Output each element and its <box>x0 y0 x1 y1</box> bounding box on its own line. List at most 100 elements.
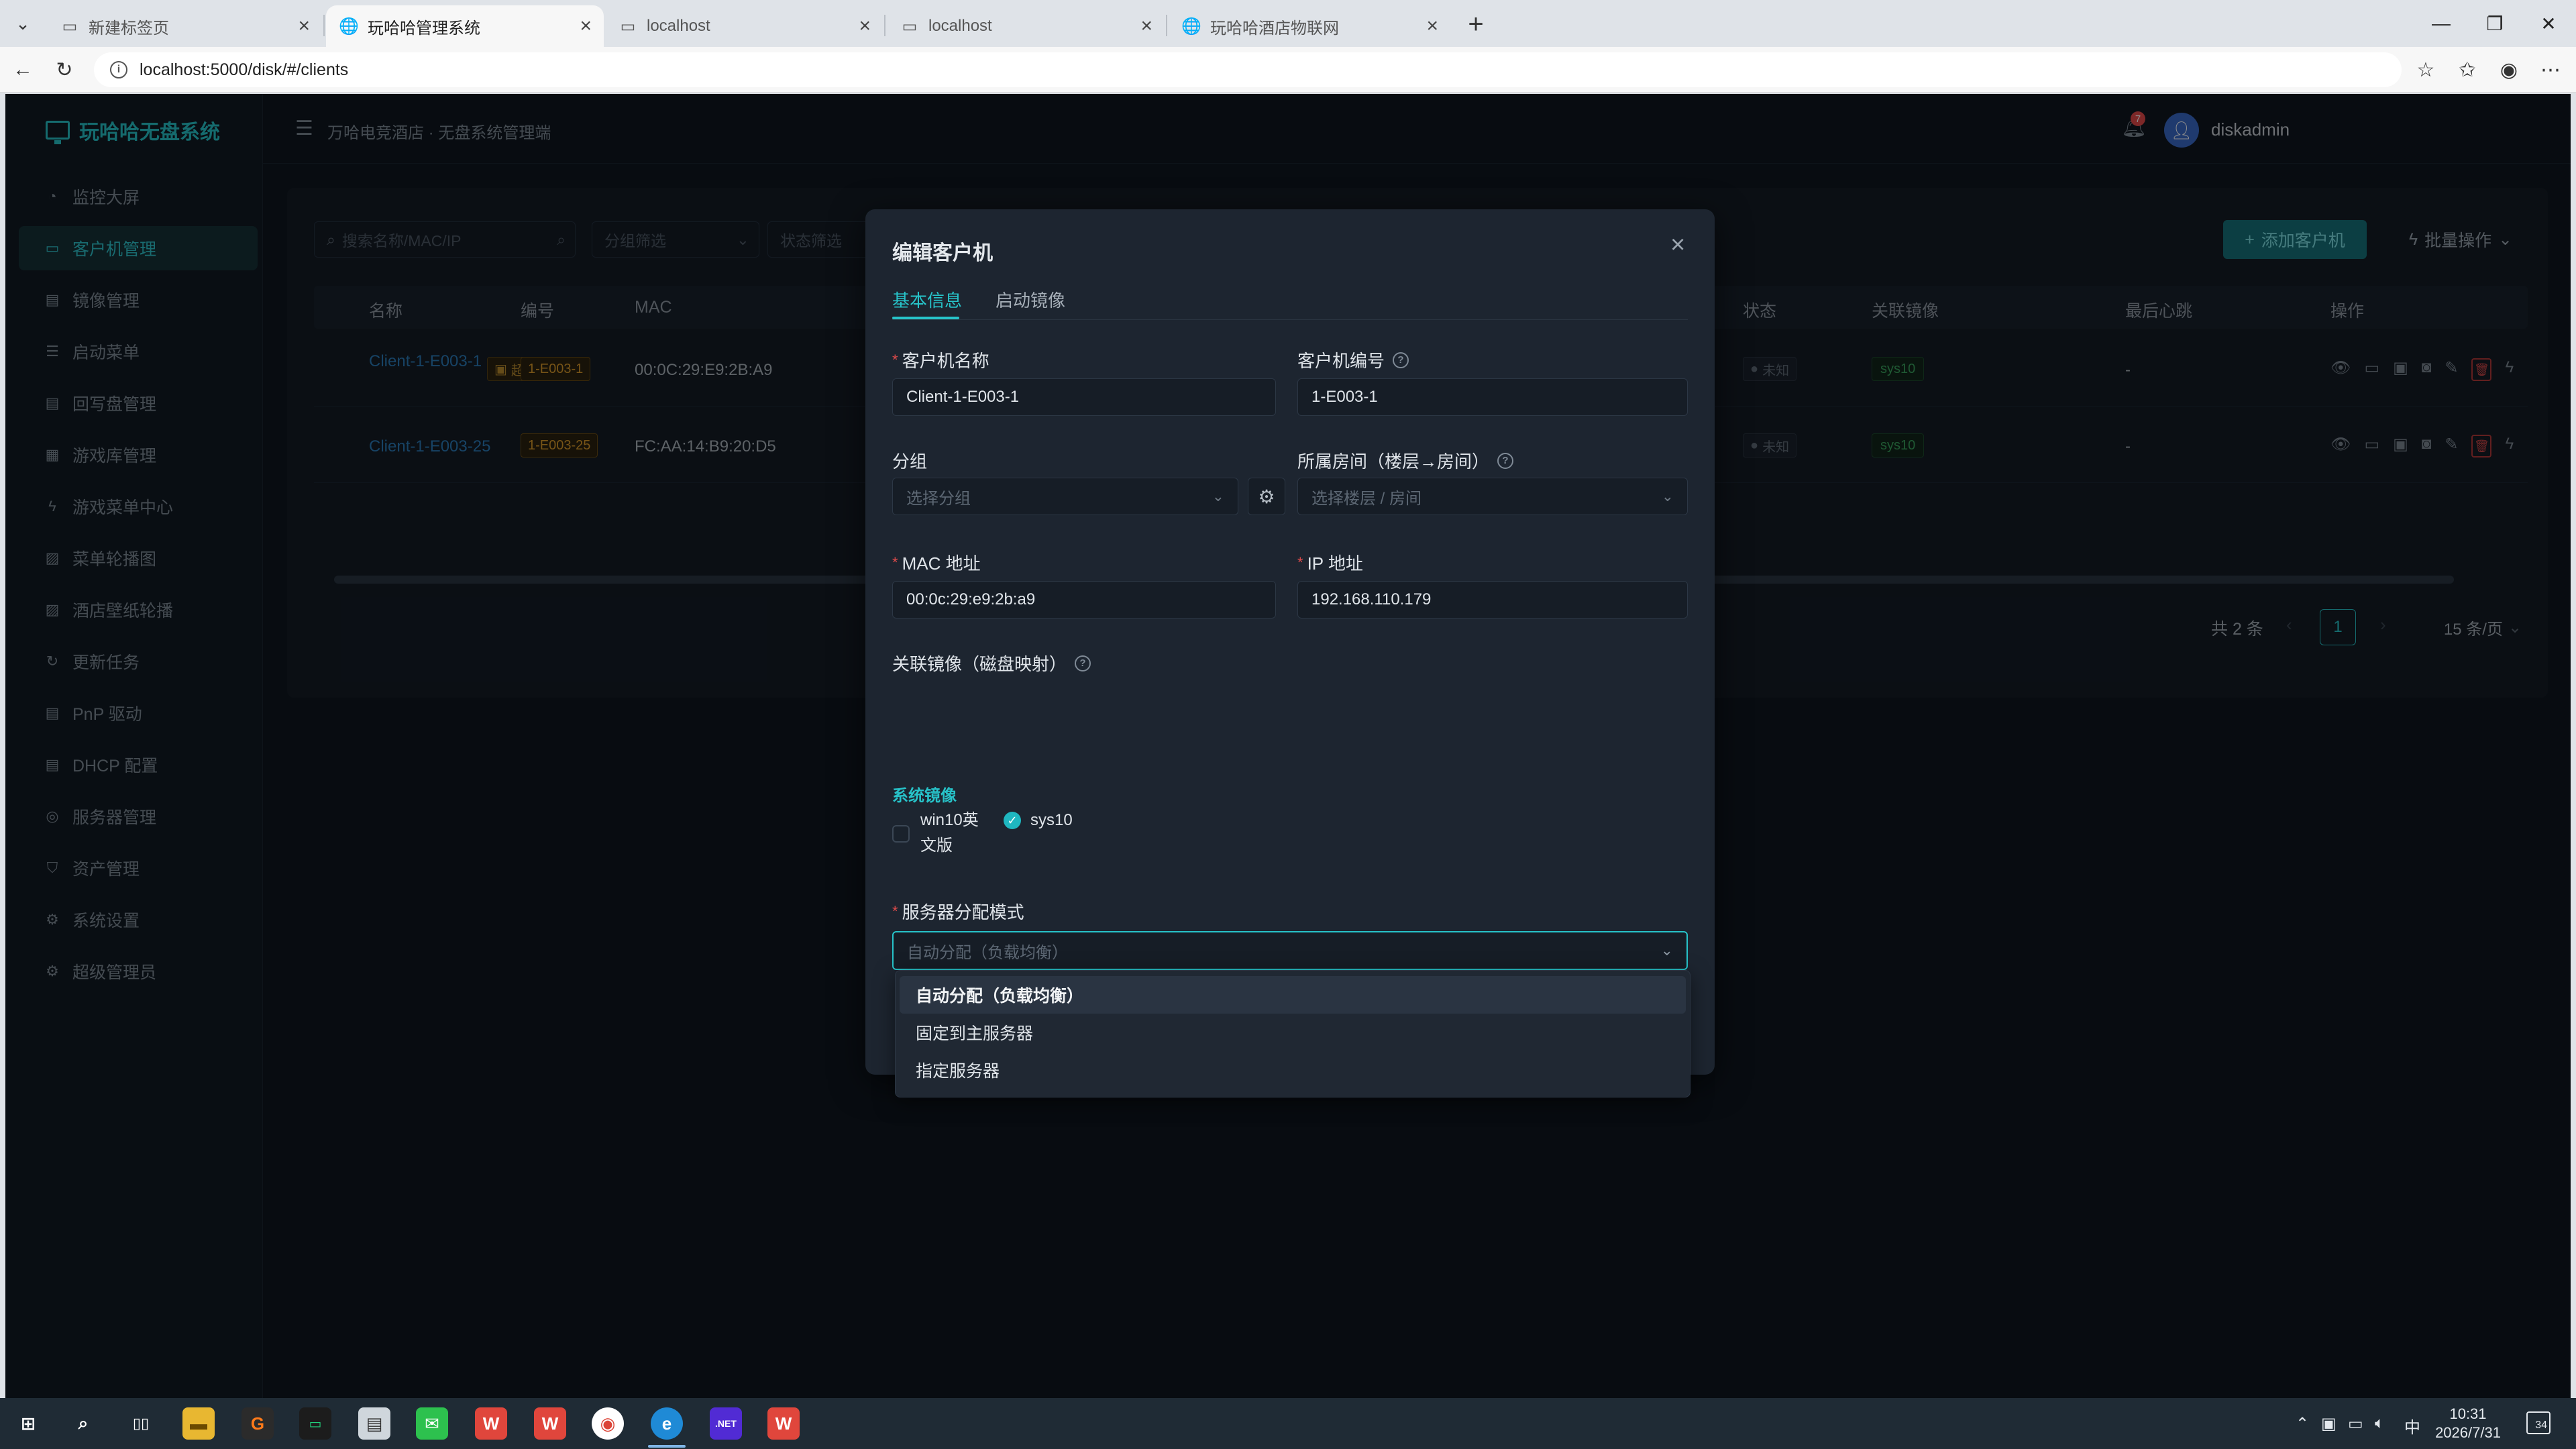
close-tab-icon[interactable]: × <box>298 15 310 38</box>
ime-indicator[interactable]: 中 <box>2404 1414 2420 1438</box>
more-menu-icon[interactable]: ⋯ <box>2536 55 2565 85</box>
close-tab-icon[interactable]: × <box>580 15 592 38</box>
url-input[interactable]: i localhost:5000/disk/#/clients <box>94 52 2402 87</box>
image-mapping-label: 关联镜像（磁盘映射） ? <box>892 651 1091 676</box>
profile-icon[interactable]: ◉ <box>2494 55 2524 85</box>
chrome-icon[interactable]: ◉ <box>592 1407 624 1440</box>
tray-app-icon[interactable]: ▣ <box>2321 1414 2337 1434</box>
globe-icon: 🌐 <box>339 17 359 36</box>
volume-icon[interactable]: 🔈︎ <box>2375 1414 2384 1433</box>
ip-input[interactable]: 192.168.110.179 <box>1297 581 1688 619</box>
edge-icon[interactable]: e <box>651 1407 683 1440</box>
system-clock[interactable]: 10:31 2026/7/31 <box>2424 1405 2512 1442</box>
server-mode-select[interactable]: 自动分配（负载均衡） ⌄ <box>892 931 1688 970</box>
close-window-button[interactable]: ✕ <box>2518 0 2576 47</box>
browser-tab-active[interactable]: 🌐 玩哈哈管理系统 × <box>326 5 604 47</box>
notification-center-icon[interactable]: 34 <box>2526 1411 2551 1434</box>
active-tab-indicator <box>892 317 959 319</box>
tab-separator <box>884 15 885 36</box>
app-window: 玩哈哈无盘系统 ◔ 监控大屏 ▭ 客户机管理 ▤ 镜像管理 ☰ 启动菜单 ▤ 回写盘管理 … <box>5 94 2571 1398</box>
chevron-down-icon: ⌄ <box>1212 488 1224 504</box>
dropdown-option[interactable]: 自动分配（负载均衡） <box>900 976 1686 1014</box>
chevron-down-icon: ⌄ <box>1660 942 1673 959</box>
browser-tab[interactable]: ▭ 新建标签页 × <box>47 5 322 47</box>
system-image-group-label: 系统镜像 <box>892 787 957 805</box>
client-code-input[interactable]: 1-E003-1 <box>1297 378 1688 416</box>
image-option-label[interactable]: sys10 <box>1030 808 1073 833</box>
edit-client-dialog: 编辑客户机 × 基本信息 启动镜像 * 客户机名称 Client-1-E003-… <box>865 209 1715 1075</box>
check-icon: ✓ <box>1007 813 1018 827</box>
help-icon[interactable]: ? <box>1497 452 1514 469</box>
windows-start-icon[interactable]: ⊞ <box>12 1407 44 1440</box>
image-checkbox-sys10[interactable]: ✓ <box>1004 812 1021 829</box>
tray-chevron-icon[interactable]: ⌃ <box>2296 1414 2309 1434</box>
page-icon: ▭ <box>62 17 78 36</box>
new-tab-button[interactable]: + <box>1461 9 1491 39</box>
file-explorer-icon[interactable]: ▬ <box>182 1407 215 1440</box>
tab-separator <box>1166 15 1167 36</box>
notepad-icon[interactable]: ▤ <box>358 1407 390 1440</box>
ip-label: * IP 地址 <box>1297 553 1363 574</box>
task-view-icon[interactable]: ▯▯ <box>125 1407 157 1440</box>
dropdown-option[interactable]: 指定服务器 <box>900 1051 1686 1089</box>
group-settings-button[interactable]: ⚙ <box>1248 478 1285 515</box>
favorites-icon[interactable]: ✩ <box>2453 55 2482 85</box>
close-tab-icon[interactable]: × <box>1426 15 1438 38</box>
group-select[interactable]: 选择分组 ⌄ <box>892 478 1238 515</box>
wps-icon[interactable]: W <box>475 1407 507 1440</box>
tab-actions-icon[interactable]: ⌄ <box>8 9 38 38</box>
mac-input[interactable]: 00:0c:29:e9:2b:a9 <box>892 581 1276 619</box>
wps-icon[interactable]: W <box>534 1407 566 1440</box>
page-icon: ▭ <box>902 17 918 36</box>
mac-label: * MAC 地址 <box>892 553 981 574</box>
wps-icon[interactable]: W <box>767 1407 800 1440</box>
search-icon[interactable]: ⌕ <box>67 1407 99 1440</box>
close-icon[interactable]: × <box>1670 231 1685 260</box>
required-mark: * <box>892 351 898 368</box>
gear-icon: ⚙ <box>1258 486 1275 507</box>
restore-button[interactable]: ❐ <box>2465 0 2525 47</box>
dialog-title: 编辑客户机 <box>892 242 993 264</box>
browser-tab-bar: ⌄ ▭ 新建标签页 × 🌐 玩哈哈管理系统 × ▭ localhost × ▭ … <box>0 0 2576 47</box>
address-bar: ← ↻ i localhost:5000/disk/#/clients ☆ ✩ … <box>0 47 2576 93</box>
back-button[interactable]: ← <box>8 55 38 85</box>
terminal-icon[interactable]: ▭ <box>299 1407 331 1440</box>
room-label: 所属房间（楼层→房间） ? <box>1297 448 1514 473</box>
dotnet-icon[interactable]: .NET <box>710 1407 742 1440</box>
site-info-icon[interactable]: i <box>110 61 127 78</box>
tab-basic-info[interactable]: 基本信息 <box>892 287 962 312</box>
close-tab-icon[interactable]: × <box>859 15 871 38</box>
server-mode-dropdown: 自动分配（负载均衡） 固定到主服务器 指定服务器 <box>895 970 1690 1097</box>
reload-button[interactable]: ↻ <box>50 55 79 85</box>
chevron-down-icon: ⌄ <box>1661 488 1674 504</box>
network-icon[interactable]: ▭ <box>2348 1414 2363 1434</box>
tabs-divider <box>892 319 1688 320</box>
room-cascader[interactable]: 选择楼层 / 房间 ⌄ <box>1297 478 1688 515</box>
help-icon[interactable]: ? <box>1393 352 1409 368</box>
tab-boot-image[interactable]: 启动镜像 <box>996 287 1065 312</box>
image-checkbox-win10[interactable] <box>892 825 910 843</box>
image-option-label[interactable]: win10英文版 <box>920 808 987 859</box>
browser-tab[interactable]: ▭ localhost × <box>605 5 883 47</box>
minimize-button[interactable]: — <box>2411 0 2471 47</box>
globe-icon: 🌐 <box>1181 17 1201 36</box>
client-name-label: * 客户机名称 <box>892 351 989 371</box>
group-label: 分组 <box>892 451 928 472</box>
dropdown-option[interactable]: 固定到主服务器 <box>900 1014 1686 1051</box>
required-mark: * <box>892 902 898 920</box>
help-icon[interactable]: ? <box>1075 655 1091 672</box>
favorite-star-icon[interactable]: ☆ <box>2411 55 2440 85</box>
windows-taskbar: ⊞ ⌕ ▯▯ ▬ G ▭ ▤ ✉ W W ◉ e .NET W ⌃ ▣ ▭ 🔈︎… <box>0 1398 2576 1449</box>
active-app-indicator <box>648 1445 686 1448</box>
wechat-icon[interactable]: ✉ <box>416 1407 448 1440</box>
page-icon: ▭ <box>620 17 636 36</box>
tab-separator <box>323 15 325 36</box>
browser-tab[interactable]: 🌐 玩哈哈酒店物联网 × <box>1169 5 1450 47</box>
close-tab-icon[interactable]: × <box>1140 15 1152 38</box>
required-mark: * <box>1297 553 1303 571</box>
browser-tab[interactable]: ▭ localhost × <box>887 5 1165 47</box>
grammarly-icon[interactable]: G <box>241 1407 274 1440</box>
client-name-input[interactable]: Client-1-E003-1 <box>892 378 1276 416</box>
server-mode-label: * 服务器分配模式 <box>892 902 1024 922</box>
required-mark: * <box>892 553 898 571</box>
